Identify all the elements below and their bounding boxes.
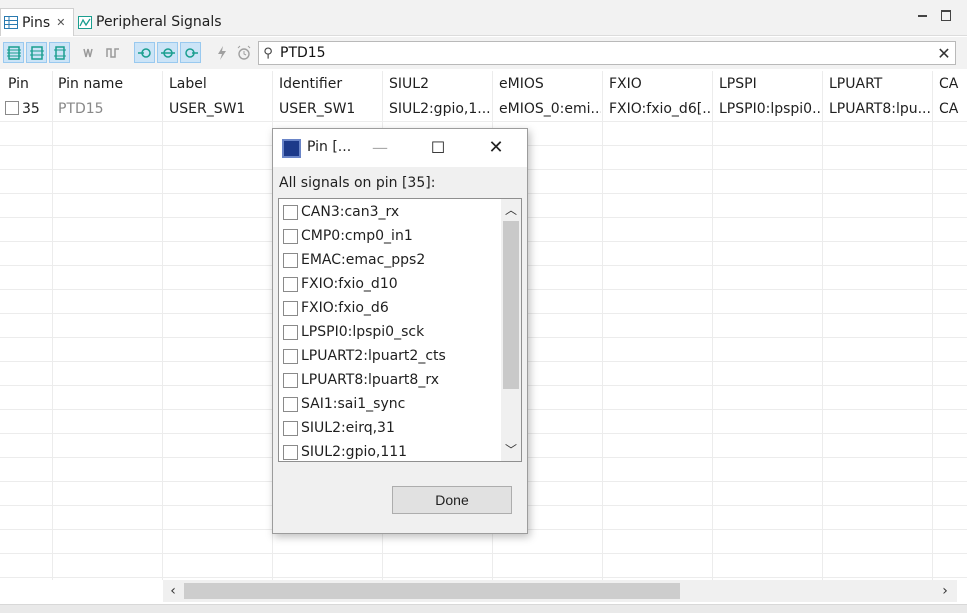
column-header-lpuart[interactable]: LPUART: [821, 71, 931, 97]
show-unrouted-chip-icon[interactable]: [49, 42, 70, 63]
signal-checkbox[interactable]: [283, 252, 298, 268]
signal-checkbox[interactable]: [283, 204, 298, 220]
close-icon[interactable]: ✕: [485, 137, 507, 159]
dialog-title-bar[interactable]: Pin [... — ☐ ✕: [273, 129, 527, 167]
table-horizontal-scrollbar[interactable]: ‹ ›: [163, 580, 957, 602]
column-header-ca[interactable]: CA: [931, 71, 967, 97]
search-input[interactable]: PTD15: [277, 45, 933, 61]
view-tab-bar: Pins ✕ Peripheral Signals: [0, 0, 967, 36]
signal-checkbox[interactable]: [283, 348, 298, 364]
list-item[interactable]: CMP0:cmp0_in1: [283, 224, 413, 248]
maximize-icon[interactable]: ☐: [427, 137, 449, 159]
list-item[interactable]: SAI1:sai1_sync: [283, 392, 405, 416]
route-out-icon[interactable]: [157, 42, 178, 63]
tab-peripheral-signals-label: Peripheral Signals: [96, 14, 222, 30]
column-header-pin-name[interactable]: Pin name: [50, 71, 160, 97]
signal-checkbox[interactable]: [283, 228, 298, 244]
app-chip-icon: [282, 139, 301, 158]
signal-wave-icon[interactable]: [80, 42, 101, 63]
list-item[interactable]: LPUART2:lpuart2_cts: [283, 344, 446, 368]
label-cell[interactable]: USER_SW1: [161, 97, 271, 121]
signal-checkbox[interactable]: [283, 396, 298, 412]
signal-checkbox[interactable]: [283, 420, 298, 436]
siul2-cell[interactable]: SIUL2:gpio,1...: [381, 97, 491, 121]
pin-signals-dialog: Pin [... — ☐ ✕ All signals on pin [35]: …: [272, 128, 528, 534]
tab-pins-label: Pins: [22, 14, 51, 31]
pin-row-checkbox[interactable]: [5, 101, 19, 115]
clear-search-icon[interactable]: ✕: [933, 44, 955, 63]
list-item[interactable]: EMAC:emac_pps2: [283, 248, 425, 272]
signals-list[interactable]: CAN3:can3_rx CMP0:cmp0_in1 EMAC:emac_pps…: [278, 198, 522, 462]
alarm-clock-icon[interactable]: [233, 42, 254, 63]
signal-checkbox[interactable]: [283, 444, 298, 460]
list-item[interactable]: FXIO:fxio_d6: [283, 296, 389, 320]
minimize-view-icon[interactable]: [916, 9, 930, 21]
show-routed-chip-icon[interactable]: [26, 42, 47, 63]
waveform-icon: [78, 15, 92, 29]
lpuart-cell[interactable]: LPUART8:lpu...: [821, 97, 931, 121]
column-header-emios[interactable]: eMIOS: [491, 71, 601, 97]
done-button[interactable]: Done: [392, 486, 512, 514]
emios-cell[interactable]: eMIOS_0:emi...: [491, 97, 601, 121]
list-item[interactable]: CAN3:can3_rx: [283, 200, 399, 224]
pin-name-cell: PTD15: [58, 101, 104, 117]
scroll-down-icon[interactable]: ﹀: [501, 441, 521, 459]
column-header-label[interactable]: Label: [161, 71, 271, 97]
lpspi-cell[interactable]: LPSPI0:lpspi0...: [711, 97, 821, 121]
column-header-siul2[interactable]: SIUL2: [381, 71, 491, 97]
scroll-right-icon[interactable]: ›: [937, 582, 953, 600]
vertical-scroll-thumb[interactable]: [503, 221, 519, 389]
list-item[interactable]: FXIO:fxio_d10: [283, 272, 398, 296]
lightning-icon[interactable]: [211, 42, 232, 63]
column-header-fxio[interactable]: FXIO: [601, 71, 711, 97]
column-header-identifier[interactable]: Identifier: [271, 71, 381, 97]
signal-checkbox[interactable]: [283, 324, 298, 340]
signal-checkbox[interactable]: [283, 300, 298, 316]
pin-search-field[interactable]: ⚲ PTD15 ✕: [258, 41, 956, 65]
route-in-icon[interactable]: [134, 42, 155, 63]
signal-checkbox[interactable]: [283, 276, 298, 292]
signals-vertical-scrollbar[interactable]: ︿ ﹀: [501, 199, 521, 461]
show-pins-chip-icon[interactable]: [3, 42, 24, 63]
signal-checkbox[interactable]: [283, 372, 298, 388]
signal-pulse-icon[interactable]: [103, 42, 124, 63]
list-item[interactable]: SIUL2:eirq,31: [283, 416, 395, 440]
pins-toolbar: ⚲ PTD15 ✕: [0, 37, 967, 69]
maximize-view-icon[interactable]: [939, 9, 953, 21]
table-icon: [4, 16, 18, 29]
ca-cell[interactable]: CA: [931, 97, 967, 121]
tab-pins[interactable]: Pins ✕: [0, 8, 74, 36]
pin-number: 35: [22, 101, 40, 117]
identifier-cell[interactable]: USER_SW1: [271, 97, 381, 121]
search-icon: ⚲: [263, 45, 273, 61]
list-item[interactable]: LPSPI0:lpspi0_sck: [283, 320, 424, 344]
scroll-up-icon[interactable]: ︿: [501, 201, 521, 219]
list-item[interactable]: SIUL2:gpio,111: [283, 440, 407, 461]
list-item[interactable]: LPUART8:lpuart8_rx: [283, 368, 439, 392]
route-both-icon[interactable]: [180, 42, 201, 63]
fxio-cell[interactable]: FXIO:fxio_d6[...: [601, 97, 711, 121]
close-tab-icon[interactable]: ✕: [56, 16, 65, 29]
dialog-title: Pin [...: [307, 139, 352, 155]
column-header-pin[interactable]: Pin: [0, 71, 52, 97]
minimize-icon[interactable]: —: [369, 137, 391, 159]
horizontal-scroll-thumb[interactable]: [184, 583, 680, 599]
scroll-left-icon[interactable]: ‹: [165, 582, 181, 600]
tab-peripheral-signals[interactable]: Peripheral Signals: [76, 8, 222, 36]
column-header-lpspi[interactable]: LPSPI: [711, 71, 821, 97]
all-signals-label: All signals on pin [35]:: [279, 175, 436, 191]
